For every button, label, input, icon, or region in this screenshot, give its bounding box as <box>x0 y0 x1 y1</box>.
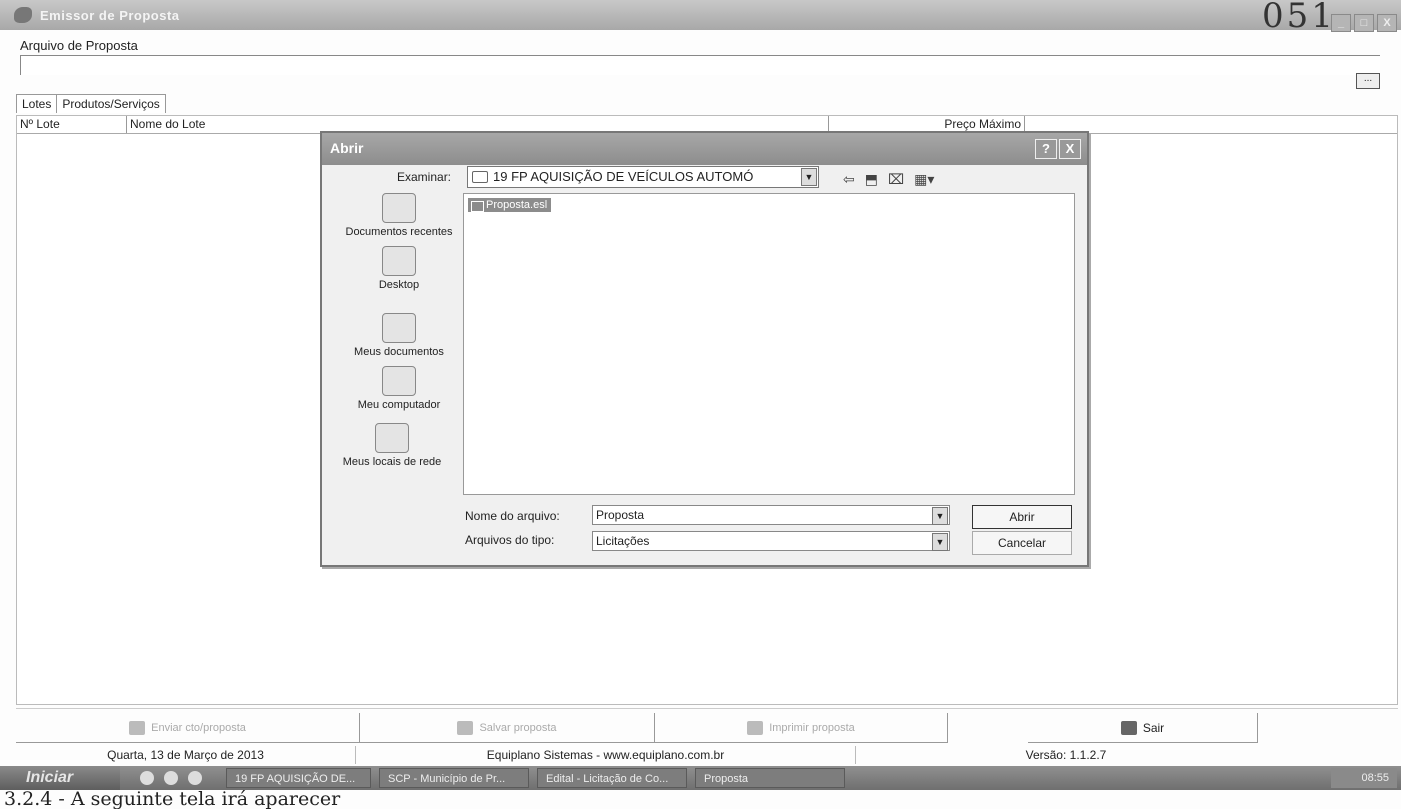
filetype-label: Arquivos do tipo: <box>465 533 555 547</box>
place-recent-documents[interactable]: Documentos recentes <box>334 193 464 238</box>
window-controls: _ □ X <box>1331 14 1397 32</box>
maximize-button[interactable]: □ <box>1354 14 1374 32</box>
help-button[interactable]: ? <box>1035 139 1057 159</box>
start-button[interactable]: Iniciar <box>0 766 120 790</box>
recent-documents-icon <box>382 193 416 223</box>
place-label: Desktop <box>378 279 420 291</box>
exit-icon <box>1120 720 1137 735</box>
column-header-lote[interactable]: Nº Lote <box>17 116 127 133</box>
tab-produtos-servicos[interactable]: Produtos/Serviços <box>57 94 166 113</box>
quick-launch-icon[interactable] <box>140 771 154 785</box>
save-icon <box>457 720 474 735</box>
quick-launch-icon[interactable] <box>188 771 202 785</box>
print-icon <box>747 720 764 735</box>
sair-label: Sair <box>1142 720 1165 735</box>
dialog-close-button[interactable]: X <box>1059 139 1081 159</box>
desktop-icon <box>382 246 416 276</box>
filename-input[interactable]: Proposta ▼ <box>592 505 950 525</box>
status-bar: Quarta, 13 de Março de 2013 Equiplano Si… <box>16 746 1398 764</box>
my-computer-icon <box>382 366 416 396</box>
look-in-select[interactable]: 19 FP AQUISIÇÃO DE VEÍCULOS AUTOMÓ ▼ <box>467 166 819 188</box>
send-icon <box>129 720 146 735</box>
open-button[interactable]: Abrir <box>972 505 1072 529</box>
dialog-titlebar: Abrir ? X <box>322 133 1087 165</box>
chevron-down-icon[interactable]: ▼ <box>801 168 817 186</box>
quick-launch <box>140 771 202 785</box>
taskbar-item[interactable]: Edital - Licitação de Co... <box>537 768 687 788</box>
system-tray-clock: 08:55 <box>1331 768 1397 788</box>
folder-icon <box>472 171 488 183</box>
enviar-button[interactable]: Enviar cto/proposta <box>16 713 360 743</box>
look-in-label: Examinar: <box>397 170 452 184</box>
file-item[interactable]: Proposta.esl <box>468 198 552 212</box>
view-menu-icon[interactable]: ▦▾ <box>914 171 934 188</box>
status-company: Equiplano Sistemas - www.equiplano.com.b… <box>356 746 856 764</box>
tab-lotes[interactable]: Lotes <box>16 94 58 113</box>
place-my-documents[interactable]: Meus documentos <box>334 313 464 358</box>
filetype-value: Licitações <box>596 534 650 548</box>
place-label: Meu computador <box>357 399 441 411</box>
filetype-select[interactable]: Licitações ▼ <box>592 531 950 551</box>
imprimir-button[interactable]: Imprimir proposta <box>655 713 948 743</box>
up-folder-icon[interactable]: ⬒ <box>865 171 878 188</box>
cancel-button[interactable]: Cancelar <box>972 531 1072 555</box>
window-titlebar: Emissor de Proposta <box>0 0 1401 30</box>
taskbar-item[interactable]: SCP - Município de Pr... <box>379 768 529 788</box>
new-folder-icon[interactable]: ⌧ <box>888 171 904 188</box>
arquivo-label: Arquivo de Proposta <box>20 38 138 53</box>
place-label: Meus locais de rede <box>342 456 442 468</box>
imprimir-label: Imprimir proposta <box>769 721 855 734</box>
filename-label: Nome do arquivo: <box>465 509 560 523</box>
status-date: Quarta, 13 de Março de 2013 <box>16 746 356 764</box>
dialog-controls: ? X <box>1035 139 1081 159</box>
back-icon[interactable]: ⇦ <box>843 171 855 188</box>
places-bar: Documentos recentes Desktop Meus documen… <box>334 193 464 476</box>
place-label: Meus documentos <box>354 346 444 358</box>
taskbar: Iniciar 19 FP AQUISIÇÃO DE... SCP - Muni… <box>0 766 1401 790</box>
salvar-label: Salvar proposta <box>479 721 557 734</box>
arquivo-input[interactable] <box>20 55 1380 75</box>
tab-bar: Lotes Produtos/Serviços <box>16 94 166 113</box>
action-bar: Enviar cto/proposta Salvar proposta Impr… <box>16 708 1398 746</box>
filename-value: Proposta <box>596 508 645 522</box>
place-label: Documentos recentes <box>345 226 453 238</box>
my-documents-icon <box>382 313 416 343</box>
window-title: Emissor de Proposta <box>40 7 180 23</box>
enviar-label: Enviar cto/proposta <box>151 721 246 734</box>
place-desktop[interactable]: Desktop <box>334 246 464 291</box>
taskbar-item[interactable]: Proposta <box>695 768 845 788</box>
salvar-button[interactable]: Salvar proposta <box>360 713 655 743</box>
open-file-dialog: Abrir ? X Examinar: 19 FP AQUISIÇÃO DE V… <box>320 131 1089 567</box>
minimize-button[interactable]: _ <box>1331 14 1351 32</box>
status-version: Versão: 1.1.2.7 <box>1025 748 1107 762</box>
dialog-title: Abrir <box>330 140 364 156</box>
browse-button[interactable]: ... <box>1356 73 1380 89</box>
chevron-down-icon[interactable]: ▼ <box>932 533 948 551</box>
quick-launch-icon[interactable] <box>164 771 178 785</box>
document-caption: 3.2.4 - A seguinte tela irá aparecer <box>4 788 341 809</box>
sair-button[interactable]: Sair <box>1028 713 1258 743</box>
network-places-icon <box>375 423 409 453</box>
place-my-computer[interactable]: Meu computador <box>334 366 464 411</box>
app-icon <box>14 7 32 23</box>
place-network[interactable]: Meus locais de rede <box>334 423 450 468</box>
dialog-toolbar: ⇦ ⬒ ⌧ ▦▾ <box>843 171 934 188</box>
page-stamp: 051 <box>1262 0 1336 36</box>
close-button[interactable]: X <box>1377 14 1397 32</box>
taskbar-item[interactable]: 19 FP AQUISIÇÃO DE... <box>226 768 371 788</box>
chevron-down-icon[interactable]: ▼ <box>932 507 948 525</box>
look-in-value: 19 FP AQUISIÇÃO DE VEÍCULOS AUTOMÓ <box>493 169 754 184</box>
file-list[interactable]: Proposta.esl <box>463 193 1075 495</box>
